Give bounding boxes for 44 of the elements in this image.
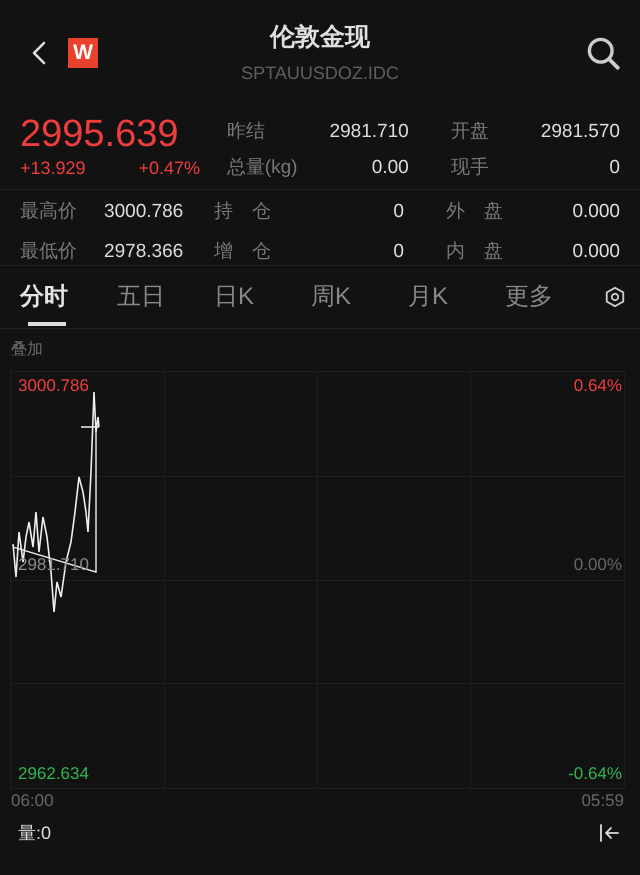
- stat-label: 现手: [450, 156, 490, 180]
- axis-label: 3000.786: [18, 376, 89, 396]
- chart-tab[interactable]: 更多: [505, 266, 602, 328]
- symbol-code: SPTAUUSDOZ.IDC: [241, 63, 399, 84]
- stat-label: 最高价: [20, 200, 78, 224]
- stat-value: 0.000: [571, 200, 620, 224]
- volume-label: 量:0: [18, 822, 52, 845]
- stat-value: 0: [392, 200, 404, 224]
- stat-value: 2981.570: [540, 120, 620, 144]
- axis-label: 0.64%: [574, 376, 622, 396]
- stat-label: 持 仓: [214, 200, 272, 224]
- settings-icon[interactable]: [604, 286, 626, 308]
- stat-value: 0.000: [571, 240, 620, 264]
- stat-label: 昨结: [226, 120, 266, 144]
- stat-label: 开盘: [450, 120, 490, 144]
- stat-value: 0: [608, 156, 620, 180]
- chart-tab[interactable]: 月K: [408, 266, 505, 328]
- chart-tab[interactable]: 日K: [214, 266, 311, 328]
- stat-value: 2978.366: [104, 240, 184, 264]
- stat-label: 内 盘: [445, 240, 504, 264]
- time-label: 06:00: [11, 791, 54, 811]
- time-label: 05:59: [581, 791, 624, 811]
- chart-tab[interactable]: 周K: [311, 266, 408, 328]
- stat-value: 0.00: [370, 156, 409, 180]
- axis-label: 2962.634: [18, 764, 89, 784]
- jump-to-start-icon[interactable]: [598, 822, 620, 844]
- stat-value: 3000.786: [104, 200, 184, 224]
- chart-tab[interactable]: 五日: [117, 266, 214, 328]
- last-price: 2995.639: [20, 112, 180, 156]
- page-title: 伦敦金现: [270, 22, 370, 53]
- stat-label: 外 盘: [445, 200, 504, 224]
- price-change: +13.929: [20, 158, 86, 179]
- stat-value: 2981.710: [328, 120, 409, 144]
- axis-label: -0.64%: [568, 764, 622, 784]
- stat-label: 最低价: [20, 240, 78, 264]
- search-icon[interactable]: [586, 36, 620, 70]
- axis-label: 0.00%: [574, 555, 622, 575]
- stat-value: 0: [392, 240, 404, 264]
- stat-label: 增 仓: [214, 240, 272, 264]
- percent-change: +0.47%: [138, 158, 200, 179]
- overlay-button[interactable]: 叠加: [0, 329, 43, 369]
- back-icon[interactable]: [30, 39, 48, 67]
- logo: W: [68, 38, 98, 68]
- stat-label: 总量(kg): [226, 156, 298, 180]
